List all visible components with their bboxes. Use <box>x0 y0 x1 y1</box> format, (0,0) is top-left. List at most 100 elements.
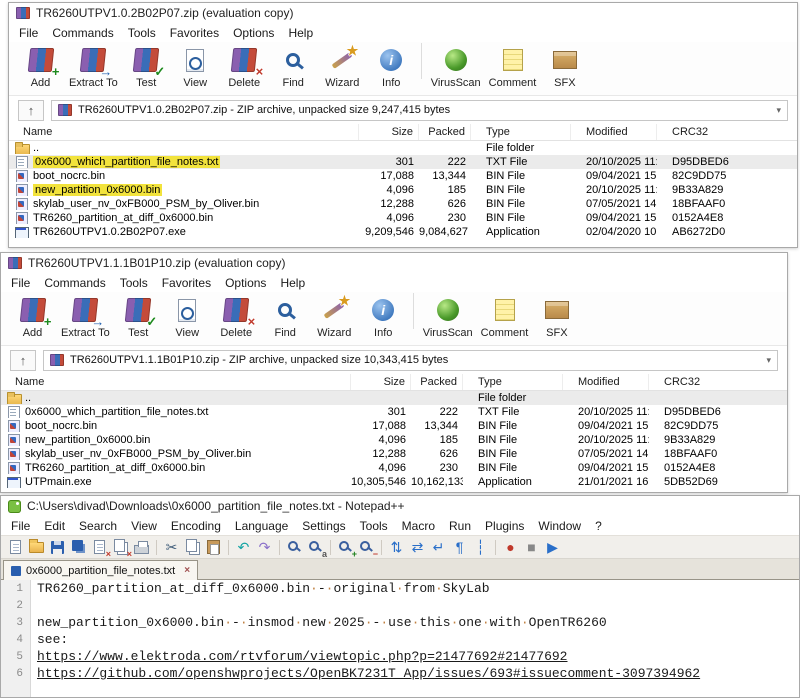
sync-vertical-icon[interactable]: ⇅ <box>387 538 406 557</box>
file-row[interactable]: skylab_user_nv_0xFB000_PSM_by_Oliver.bin… <box>9 197 797 211</box>
column-size[interactable]: Size <box>359 124 419 140</box>
column-name[interactable]: Name <box>3 374 351 390</box>
sync-horizontal-icon[interactable]: ⇄ <box>408 538 427 557</box>
menu-item[interactable]: Help <box>281 25 320 41</box>
toolbar-separator[interactable] <box>378 538 385 557</box>
dropdown-arrow-icon[interactable]: ▾ <box>776 105 781 116</box>
close-all-icon[interactable]: × <box>111 538 130 557</box>
title-bar[interactable]: TR6260UTPV1.1.1B01P10.zip (evaluation co… <box>1 253 787 273</box>
zoom-in-icon[interactable]: + <box>336 538 355 557</box>
menu-item[interactable]: Help <box>273 275 312 291</box>
extract-to-button[interactable]: → Extract To <box>66 44 121 90</box>
comment-button[interactable]: Comment <box>478 294 532 340</box>
close-icon[interactable]: × <box>90 538 109 557</box>
new-file-icon[interactable] <box>6 538 25 557</box>
print-icon[interactable] <box>132 538 151 557</box>
view-button[interactable]: View <box>164 294 211 340</box>
menu-item[interactable]: Search <box>72 518 124 534</box>
up-one-level-button[interactable]: ↑ <box>10 350 36 371</box>
column-type[interactable]: Type <box>463 374 563 390</box>
delete-button[interactable]: × Delete <box>221 44 268 90</box>
toolbar-separator[interactable] <box>492 538 499 557</box>
toolbar-separator[interactable] <box>327 538 334 557</box>
file-row[interactable]: skylab_user_nv_0xFB000_PSM_by_Oliver.bin… <box>1 447 787 461</box>
find-button[interactable]: Find <box>270 44 317 90</box>
menu-item[interactable]: File <box>12 25 45 41</box>
test-button[interactable]: ✓ Test <box>115 294 162 340</box>
sfx-button[interactable]: SFX <box>533 294 580 340</box>
up-one-level-button[interactable]: ↑ <box>18 100 44 121</box>
macro-play-icon[interactable]: ▶ <box>543 538 562 557</box>
save-all-icon[interactable] <box>69 538 88 557</box>
column-crc32[interactable]: CRC32 <box>649 374 785 390</box>
file-row[interactable]: .. File folder <box>9 141 797 155</box>
file-row[interactable]: TR6260_partition_at_diff_0x6000.bin 4,09… <box>1 461 787 475</box>
toolbar-separator[interactable] <box>276 538 283 557</box>
menu-item[interactable]: Commands <box>37 275 112 291</box>
dropdown-arrow-icon[interactable]: ▾ <box>766 355 771 366</box>
wizard-button[interactable]: ★ Wizard <box>319 44 366 90</box>
column-type[interactable]: Type <box>471 124 571 140</box>
file-row[interactable]: 0x6000_which_partition_file_notes.txt 30… <box>1 405 787 419</box>
toolbar-separator[interactable] <box>409 294 418 330</box>
show-all-characters-icon[interactable]: ¶ <box>450 538 469 557</box>
find-icon[interactable] <box>285 538 304 557</box>
column-packed[interactable]: Packed <box>419 124 471 140</box>
info-button[interactable]: i Info <box>360 294 407 340</box>
redo-icon[interactable]: ↷ <box>255 538 274 557</box>
column-size[interactable]: Size <box>351 374 411 390</box>
open-file-icon[interactable] <box>27 538 46 557</box>
menu-item[interactable]: Favorites <box>155 275 218 291</box>
menu-item[interactable]: Edit <box>37 518 72 534</box>
sfx-button[interactable]: SFX <box>541 44 588 90</box>
column-modified[interactable]: Modified <box>563 374 649 390</box>
undo-icon[interactable]: ↶ <box>234 538 253 557</box>
file-row[interactable]: TR6260UTPV1.0.2B02P07.exe 9,209,546 9,08… <box>9 225 797 239</box>
wizard-button[interactable]: ★ Wizard <box>311 294 358 340</box>
file-row[interactable]: TR6260_partition_at_diff_0x6000.bin 4,09… <box>9 211 797 225</box>
test-button[interactable]: ✓ Test <box>123 44 170 90</box>
file-row[interactable]: UTPmain.exe 10,305,546 10,162,133 Applic… <box>1 475 787 489</box>
column-packed[interactable]: Packed <box>411 374 463 390</box>
address-combo[interactable]: TR6260UTPV1.1.1B01P10.zip - ZIP archive,… <box>43 350 778 371</box>
copy-icon[interactable] <box>183 538 202 557</box>
info-button[interactable]: i Info <box>368 44 415 90</box>
file-row[interactable]: new_partition_0x6000.bin 4,096 185 BIN F… <box>9 183 797 197</box>
menu-item[interactable]: Macro <box>395 518 442 534</box>
file-row[interactable]: .. File folder <box>1 391 787 405</box>
menu-item[interactable]: Settings <box>295 518 352 534</box>
virusscan-button[interactable]: VirusScan <box>420 294 476 340</box>
menu-item[interactable]: Commands <box>45 25 120 41</box>
column-crc32[interactable]: CRC32 <box>657 124 795 140</box>
file-row[interactable]: new_partition_0x6000.bin 4,096 185 BIN F… <box>1 433 787 447</box>
cut-icon[interactable]: ✂ <box>162 538 181 557</box>
toolbar-separator[interactable] <box>417 44 426 80</box>
file-row[interactable]: 0x6000_which_partition_file_notes.txt 30… <box>9 155 797 169</box>
menu-item[interactable]: Favorites <box>163 25 226 41</box>
menu-item[interactable]: File <box>4 275 37 291</box>
column-name[interactable]: Name <box>11 124 359 140</box>
menu-item[interactable]: Encoding <box>164 518 228 534</box>
menu-item[interactable]: Window <box>531 518 588 534</box>
menu-item[interactable]: Tools <box>121 25 163 41</box>
editor[interactable]: 1 TR6260_partition_at_diff_0x6000.bin·-·… <box>1 580 799 697</box>
tab-close-icon[interactable]: × <box>184 565 190 576</box>
menu-item[interactable]: Tools <box>113 275 155 291</box>
replace-icon[interactable]: a <box>306 538 325 557</box>
menu-item[interactable]: View <box>124 518 164 534</box>
menu-item[interactable]: Options <box>218 275 273 291</box>
indent-guide-icon[interactable]: ┆ <box>471 538 490 557</box>
virusscan-button[interactable]: VirusScan <box>428 44 484 90</box>
paste-icon[interactable] <box>204 538 223 557</box>
add-button[interactable]: + Add <box>17 44 64 90</box>
menu-item[interactable]: Plugins <box>478 518 531 534</box>
menu-item[interactable]: File <box>4 518 37 534</box>
tab-notes-file[interactable]: 0x6000_partition_file_notes.txt × <box>3 560 198 580</box>
zoom-out-icon[interactable]: − <box>357 538 376 557</box>
menu-item[interactable]: ? <box>588 518 609 534</box>
file-row[interactable]: boot_nocrc.bin 17,088 13,344 BIN File 09… <box>1 419 787 433</box>
comment-button[interactable]: Comment <box>486 44 540 90</box>
extract-to-button[interactable]: → Extract To <box>58 294 113 340</box>
file-row[interactable]: boot_nocrc.bin 17,088 13,344 BIN File 09… <box>9 169 797 183</box>
add-button[interactable]: + Add <box>9 294 56 340</box>
